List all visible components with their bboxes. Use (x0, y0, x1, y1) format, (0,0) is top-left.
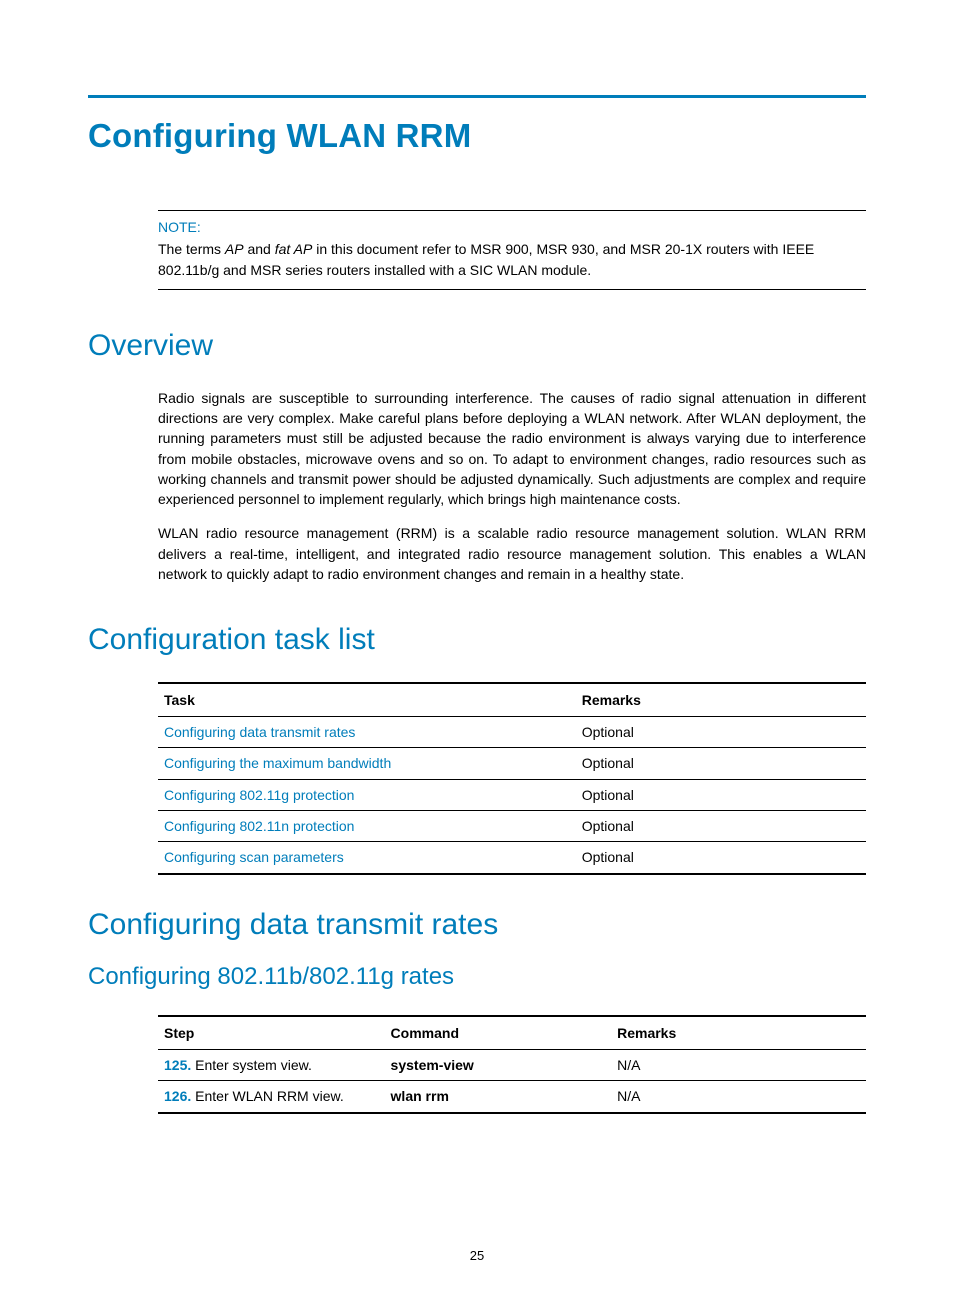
step-command: system-view (391, 1057, 474, 1073)
note-italic-ap: AP (225, 241, 244, 257)
task-header-task: Task (158, 683, 576, 717)
task-link[interactable]: Configuring the maximum bandwidth (164, 755, 391, 771)
step-desc: Enter WLAN RRM view. (191, 1088, 343, 1104)
page-title: Configuring WLAN RRM (88, 112, 866, 160)
note-middle: and (244, 241, 275, 257)
step-desc: Enter system view. (191, 1057, 312, 1073)
rates-table: Step Command Remarks 125. Enter system v… (158, 1015, 866, 1114)
heading-rates: Configuring data transmit rates (88, 903, 866, 947)
step-command: wlan rrm (391, 1088, 449, 1104)
step-number: 126. (164, 1088, 191, 1104)
top-rule (88, 95, 866, 98)
table-row: 125. Enter system view. system-view N/A (158, 1050, 866, 1081)
heading-overview: Overview (88, 324, 866, 368)
task-link[interactable]: Configuring 802.11n protection (164, 818, 354, 834)
heading-tasklist: Configuration task list (88, 618, 866, 662)
step-number: 125. (164, 1057, 191, 1073)
page-number: 25 (0, 1247, 954, 1266)
rates-header-step: Step (158, 1016, 385, 1050)
heading-rates-sub: Configuring 802.11b/802.11g rates (88, 960, 866, 995)
task-remarks: Optional (576, 748, 866, 779)
rates-header-remarks: Remarks (611, 1016, 866, 1050)
table-row: 126. Enter WLAN RRM view. wlan rrm N/A (158, 1081, 866, 1113)
table-row: Configuring scan parameters Optional (158, 842, 866, 874)
task-remarks: Optional (576, 842, 866, 874)
table-row: Configuring 802.11g protection Optional (158, 779, 866, 810)
step-remarks: N/A (611, 1050, 866, 1081)
overview-para1: Radio signals are susceptible to surroun… (158, 388, 866, 510)
task-header-remarks: Remarks (576, 683, 866, 717)
task-remarks: Optional (576, 811, 866, 842)
task-remarks: Optional (576, 717, 866, 748)
task-link[interactable]: Configuring 802.11g protection (164, 787, 354, 803)
task-table: Task Remarks Configuring data transmit r… (158, 682, 866, 875)
note-label: NOTE: (158, 217, 866, 237)
task-remarks: Optional (576, 779, 866, 810)
step-remarks: N/A (611, 1081, 866, 1113)
note-box: NOTE: The terms AP and fat AP in this do… (158, 210, 866, 290)
note-text: The terms AP and fat AP in this document… (158, 239, 866, 281)
overview-para2: WLAN radio resource management (RRM) is … (158, 523, 866, 584)
task-link[interactable]: Configuring scan parameters (164, 849, 344, 865)
task-link[interactable]: Configuring data transmit rates (164, 724, 355, 740)
note-prefix: The terms (158, 241, 225, 257)
table-row: Configuring 802.11n protection Optional (158, 811, 866, 842)
table-row: Configuring the maximum bandwidth Option… (158, 748, 866, 779)
note-italic-fatap: fat AP (275, 241, 313, 257)
table-row: Configuring data transmit rates Optional (158, 717, 866, 748)
rates-header-command: Command (385, 1016, 612, 1050)
